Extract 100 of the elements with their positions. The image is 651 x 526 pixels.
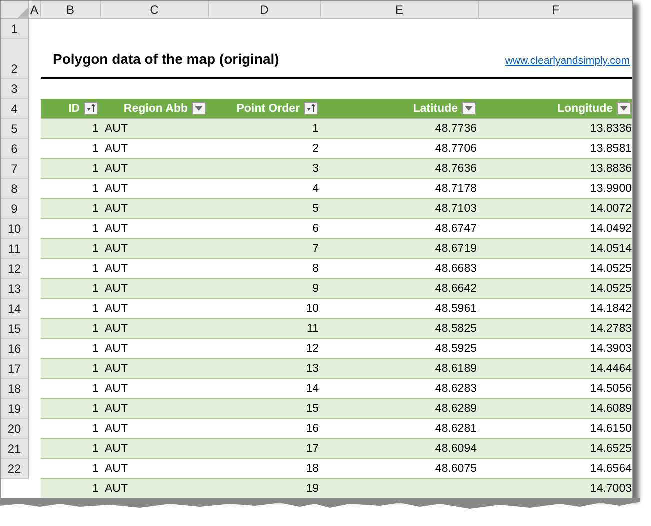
table-cell: 1 (41, 359, 101, 379)
table-cell: 13.9900 (479, 179, 632, 199)
table-cell: 19 (209, 479, 321, 498)
row-number[interactable]: 16 (1, 339, 29, 359)
table-cell: 14.0525 (479, 279, 632, 299)
table-cell: AUT (101, 359, 209, 379)
table-cell: 14.5056 (479, 379, 632, 399)
table-cell: 14.6150 (479, 419, 632, 439)
table-cell: 9 (209, 279, 321, 299)
table-cell: 11 (209, 319, 321, 339)
table-cell: 15 (209, 399, 321, 419)
website-link[interactable]: www.clearlyandsimply.com (505, 55, 630, 67)
corner-triangle-icon (18, 8, 28, 18)
column-header[interactable]: E (321, 1, 479, 19)
table-cell: 14.6089 (479, 399, 632, 419)
row-number[interactable]: 19 (1, 399, 29, 419)
row-number[interactable]: 17 (1, 359, 29, 379)
row-number[interactable]: 21 (1, 439, 29, 459)
row-number[interactable]: 2 (1, 39, 29, 79)
row-number[interactable]: 6 (1, 139, 29, 159)
column-label: Latitude (413, 102, 458, 114)
column-label: Region Abb (124, 102, 188, 114)
row-number[interactable]: 22 (1, 459, 29, 479)
table-cell: 5 (209, 199, 321, 219)
column-label: Point Order (236, 102, 300, 114)
table-cell: AUT (101, 479, 209, 498)
table-cell: 7 (209, 239, 321, 259)
row-number[interactable]: 3 (1, 79, 29, 99)
table-cell: AUT (101, 239, 209, 259)
sort-arrow-icon (306, 104, 316, 113)
caret-icon (465, 106, 473, 111)
column-header[interactable]: B (41, 1, 101, 19)
table-cell: 14.3903 (479, 339, 632, 359)
table-cell: AUT (101, 159, 209, 179)
filter-dropdown-button[interactable] (617, 102, 631, 115)
table-cell: 48.7736 (321, 119, 479, 139)
table-cell: 13 (209, 359, 321, 379)
sort-filter-button[interactable] (304, 102, 318, 115)
row-number[interactable]: 15 (1, 319, 29, 339)
table-cell: 14.0492 (479, 219, 632, 239)
row-number[interactable]: 14 (1, 299, 29, 319)
column-label: Longitude (557, 102, 613, 114)
table-cell: 1 (209, 119, 321, 139)
row-number[interactable]: 20 (1, 419, 29, 439)
table-cell: 14.4464 (479, 359, 632, 379)
table-cell: 1 (41, 399, 101, 419)
table-cell: 13.8581 (479, 139, 632, 159)
table-cell: 14.1842 (479, 299, 632, 319)
row-number[interactable]: 4 (1, 99, 29, 119)
filter-dropdown-button[interactable] (192, 102, 206, 115)
table-cell: 1 (41, 199, 101, 219)
row-number[interactable]: 7 (1, 159, 29, 179)
table-cell: 14.0514 (479, 239, 632, 259)
table-cell: 1 (41, 159, 101, 179)
table-cell: 48.7636 (321, 159, 479, 179)
table-cell: 48.6094 (321, 439, 479, 459)
column-header[interactable]: C (101, 1, 209, 19)
caret-icon (195, 106, 203, 111)
table-cell: 13.8836 (479, 159, 632, 179)
row-number[interactable]: 11 (1, 239, 29, 259)
table-cell: 48.6719 (321, 239, 479, 259)
table-cell: 1 (41, 239, 101, 259)
table-cell: 3 (209, 159, 321, 179)
table-cell: 14.0072 (479, 199, 632, 219)
table-cell: 1 (41, 279, 101, 299)
table-cell: AUT (101, 279, 209, 299)
table-cell: 14.0525 (479, 259, 632, 279)
sort-filter-button[interactable] (84, 102, 98, 115)
row-number[interactable]: 9 (1, 199, 29, 219)
table-cell: 13.8336 (479, 119, 632, 139)
table-cell: 1 (41, 119, 101, 139)
table-cell: 1 (41, 479, 101, 498)
row-number[interactable]: 12 (1, 259, 29, 279)
column-header[interactable]: D (209, 1, 321, 19)
table-cell: 17 (209, 439, 321, 459)
table-cell: AUT (101, 319, 209, 339)
column-header[interactable]: F (479, 1, 632, 19)
filter-dropdown-button[interactable] (462, 102, 476, 115)
table-cell: 48.6642 (321, 279, 479, 299)
table-cell: 48.6289 (321, 399, 479, 419)
row-number[interactable]: 8 (1, 179, 29, 199)
row-number[interactable]: 18 (1, 379, 29, 399)
table-cell: 14.6525 (479, 439, 632, 459)
table-cell: AUT (101, 399, 209, 419)
row-number[interactable]: 1 (1, 19, 29, 39)
column-label: ID (68, 102, 80, 114)
table-cell: 48.7103 (321, 199, 479, 219)
table-cell: 14.2783 (479, 319, 632, 339)
table-cell: 14.6564 (479, 459, 632, 479)
sort-arrow-icon (86, 104, 96, 113)
column-header[interactable]: A (29, 1, 41, 19)
table-cell: AUT (101, 439, 209, 459)
table-cell: 14.7003 (479, 479, 632, 498)
caret-icon (620, 106, 628, 111)
row-number[interactable]: 10 (1, 219, 29, 239)
table-cell: AUT (101, 119, 209, 139)
row-number[interactable]: 13 (1, 279, 29, 299)
table-cell: 1 (41, 439, 101, 459)
row-number[interactable]: 5 (1, 119, 29, 139)
sheet-title: Polygon data of the map (original) (52, 51, 280, 67)
